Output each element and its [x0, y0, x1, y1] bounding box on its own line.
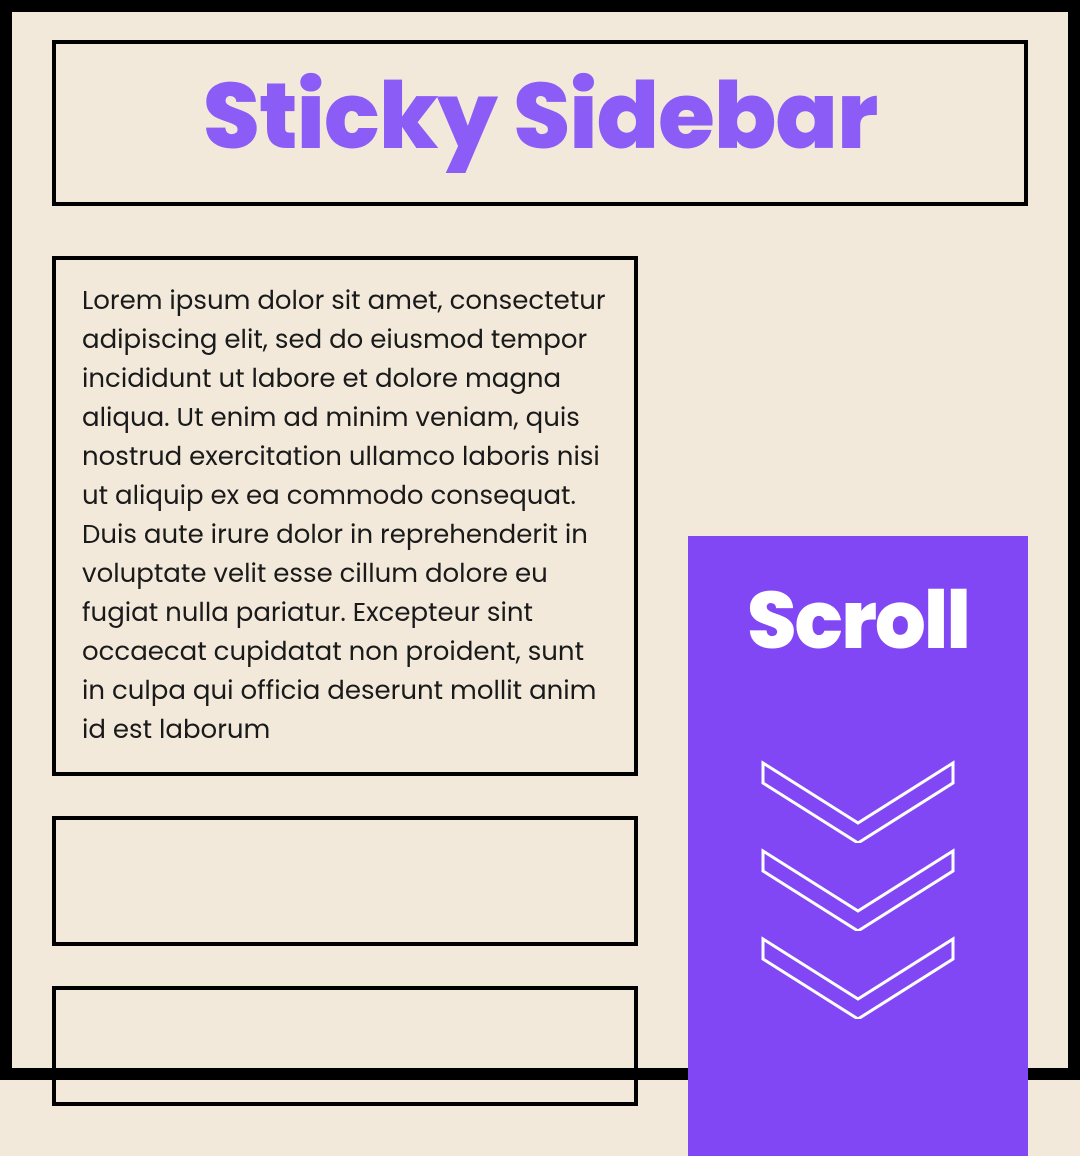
- sticky-sidebar[interactable]: Scroll: [688, 536, 1028, 1156]
- chevron-down-icon: [753, 841, 963, 931]
- sidebar-column: Scroll: [688, 256, 1028, 1156]
- placeholder-box: [52, 816, 638, 946]
- layout-container: Lorem ipsum dolor sit amet, consectetur …: [52, 256, 1028, 1156]
- chevron-down-icon: [753, 929, 963, 1019]
- content-box: Lorem ipsum dolor sit amet, consectetur …: [52, 256, 638, 776]
- page-title: Sticky Sidebar: [56, 48, 1024, 186]
- page-header: Sticky Sidebar: [52, 40, 1028, 206]
- content-paragraph: Lorem ipsum dolor sit amet, consectetur …: [82, 282, 608, 750]
- sidebar-label: Scroll: [747, 560, 969, 680]
- main-column: Lorem ipsum dolor sit amet, consectetur …: [52, 256, 638, 1156]
- placeholder-box: [52, 986, 638, 1106]
- scroll-indicator: [753, 755, 963, 1019]
- chevron-down-icon: [753, 753, 963, 843]
